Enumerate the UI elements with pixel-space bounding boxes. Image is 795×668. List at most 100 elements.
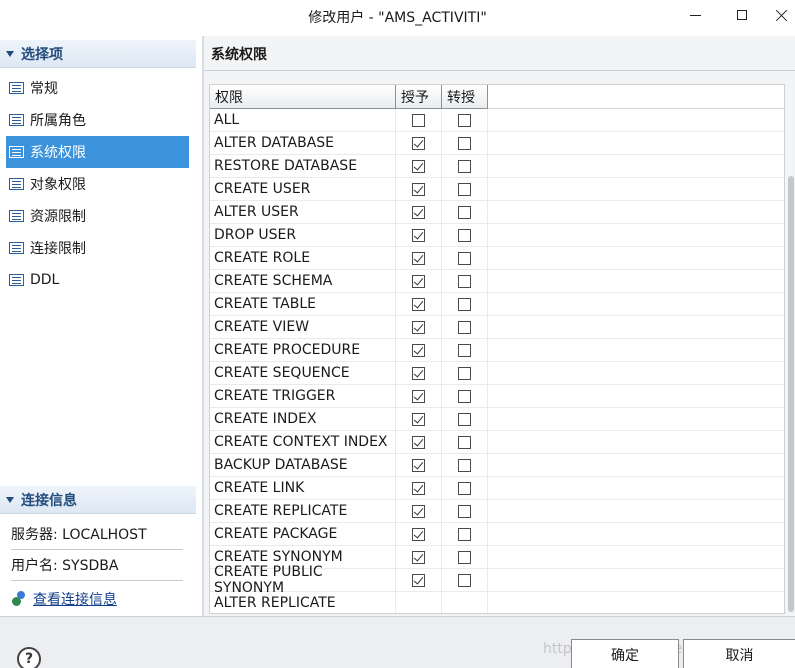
ok-button[interactable]: 确定 xyxy=(571,639,679,668)
table-row[interactable]: RESTORE DATABASE xyxy=(210,155,784,178)
table-row[interactable]: ALTER DATABASE xyxy=(210,132,784,155)
grant-checkbox-cell xyxy=(396,132,442,155)
privileges-table: 权限 授予 转授 ALL ALTER DATABASE RESTORE DATABA… xyxy=(209,84,785,614)
grant-checkbox[interactable] xyxy=(412,228,425,242)
regrant-checkbox[interactable] xyxy=(458,389,471,403)
sidebar-item-3[interactable]: 对象权限 xyxy=(6,168,189,200)
regrant-checkbox[interactable] xyxy=(458,136,471,150)
regrant-checkbox[interactable] xyxy=(458,504,471,518)
table-row[interactable]: CREATE ROLE xyxy=(210,247,784,270)
table-row[interactable]: DROP USER xyxy=(210,224,784,247)
cancel-button[interactable]: 取消 xyxy=(683,639,795,668)
table-row[interactable]: CREATE PACKAGE xyxy=(210,523,784,546)
grant-checkbox[interactable] xyxy=(412,320,425,334)
grant-checkbox[interactable] xyxy=(412,412,425,426)
regrant-checkbox[interactable] xyxy=(458,527,471,541)
grant-checkbox[interactable] xyxy=(412,159,425,173)
privilege-name: CREATE INDEX xyxy=(210,408,396,431)
regrant-checkbox[interactable] xyxy=(458,343,471,357)
table-row[interactable]: BACKUP DATABASE xyxy=(210,454,784,477)
regrant-checkbox[interactable] xyxy=(458,458,471,472)
sidebar-item-0[interactable]: 常规 xyxy=(6,72,189,104)
grant-checkbox[interactable] xyxy=(412,182,425,196)
grant-checkbox[interactable] xyxy=(412,527,425,541)
grant-checkbox[interactable] xyxy=(412,366,425,380)
column-header-grant[interactable]: 授予 xyxy=(396,85,442,109)
regrant-checkbox-cell xyxy=(442,500,488,523)
column-header-privilege[interactable]: 权限 xyxy=(210,85,396,109)
table-row[interactable]: CREATE TRIGGER xyxy=(210,385,784,408)
regrant-checkbox-cell xyxy=(442,178,488,201)
table-row[interactable]: CREATE PROCEDURE xyxy=(210,339,784,362)
grant-checkbox[interactable] xyxy=(412,504,425,518)
regrant-checkbox-cell xyxy=(442,592,488,613)
grant-checkbox[interactable] xyxy=(412,136,425,150)
regrant-checkbox[interactable] xyxy=(458,274,471,288)
sidebar-item-4[interactable]: 资源限制 xyxy=(6,200,189,232)
table-row[interactable]: CREATE REPLICATE xyxy=(210,500,784,523)
grant-checkbox[interactable] xyxy=(412,435,425,449)
sidebar-item-2[interactable]: 系统权限 xyxy=(6,136,189,168)
regrant-checkbox[interactable] xyxy=(458,182,471,196)
grant-checkbox[interactable] xyxy=(412,205,425,219)
view-connection-info-link[interactable]: 查看连接信息 xyxy=(11,589,117,609)
minimize-button[interactable] xyxy=(674,0,716,30)
grant-checkbox[interactable] xyxy=(412,343,425,357)
table-row[interactable]: CREATE PUBLIC SYNONYM xyxy=(210,564,784,596)
regrant-checkbox[interactable] xyxy=(458,412,471,426)
regrant-checkbox[interactable] xyxy=(458,297,471,311)
table-row[interactable]: CREATE VIEW xyxy=(210,316,784,339)
vertical-scrollbar[interactable] xyxy=(787,84,795,614)
table-row[interactable]: CREATE TABLE xyxy=(210,293,784,316)
grant-checkbox-cell xyxy=(396,270,442,293)
table-row[interactable]: CREATE SCHEMA xyxy=(210,270,784,293)
grant-checkbox[interactable] xyxy=(412,274,425,288)
table-row[interactable]: CREATE SEQUENCE xyxy=(210,362,784,385)
regrant-checkbox[interactable] xyxy=(458,550,471,564)
grant-checkbox[interactable] xyxy=(412,573,425,587)
regrant-checkbox[interactable] xyxy=(458,435,471,449)
sidebar-item-5[interactable]: 连接限制 xyxy=(6,232,189,264)
regrant-checkbox-cell xyxy=(442,546,488,569)
close-button[interactable] xyxy=(760,0,795,30)
regrant-checkbox[interactable] xyxy=(458,228,471,242)
table-row[interactable]: CREATE INDEX xyxy=(210,408,784,431)
regrant-checkbox[interactable] xyxy=(458,251,471,265)
help-button[interactable]: ? xyxy=(17,647,41,668)
scrollbar-thumb[interactable] xyxy=(788,176,794,612)
grant-checkbox[interactable] xyxy=(412,251,425,265)
maximize-button[interactable] xyxy=(721,0,763,30)
regrant-checkbox[interactable] xyxy=(458,205,471,219)
table-row[interactable]: CREATE CONTEXT INDEX xyxy=(210,431,784,454)
column-header-regrant[interactable]: 转授 xyxy=(442,85,488,109)
sidebar-item-6[interactable]: DDL xyxy=(6,264,189,296)
grant-checkbox-cell xyxy=(396,362,442,385)
grant-checkbox[interactable] xyxy=(412,297,425,311)
table-row[interactable]: CREATE LINK xyxy=(210,477,784,500)
regrant-checkbox[interactable] xyxy=(458,573,471,587)
privilege-name: CREATE SEQUENCE xyxy=(210,362,396,385)
privilege-name: CREATE PACKAGE xyxy=(210,523,396,546)
grant-checkbox-cell xyxy=(396,523,442,546)
grant-checkbox[interactable] xyxy=(412,389,425,403)
list-icon xyxy=(9,274,24,286)
regrant-checkbox[interactable] xyxy=(458,113,471,127)
regrant-checkbox[interactable] xyxy=(458,481,471,495)
options-section-header[interactable]: 选择项 xyxy=(0,40,196,68)
row-filler xyxy=(488,339,784,362)
privilege-name: CREATE USER xyxy=(210,178,396,201)
regrant-checkbox[interactable] xyxy=(458,159,471,173)
grant-checkbox[interactable] xyxy=(412,481,425,495)
table-row[interactable]: ALTER USER xyxy=(210,201,784,224)
grant-checkbox[interactable] xyxy=(412,113,425,127)
grant-checkbox[interactable] xyxy=(412,458,425,472)
row-filler xyxy=(488,316,784,339)
table-row[interactable]: ALL xyxy=(210,109,784,132)
table-row[interactable]: CREATE USER xyxy=(210,178,784,201)
regrant-checkbox[interactable] xyxy=(458,320,471,334)
sidebar-item-1[interactable]: 所属角色 xyxy=(6,104,189,136)
table-row[interactable]: ALTER REPLICATE xyxy=(210,592,784,613)
grant-checkbox[interactable] xyxy=(412,550,425,564)
regrant-checkbox[interactable] xyxy=(458,366,471,380)
connection-section-header[interactable]: 连接信息 xyxy=(0,486,196,514)
